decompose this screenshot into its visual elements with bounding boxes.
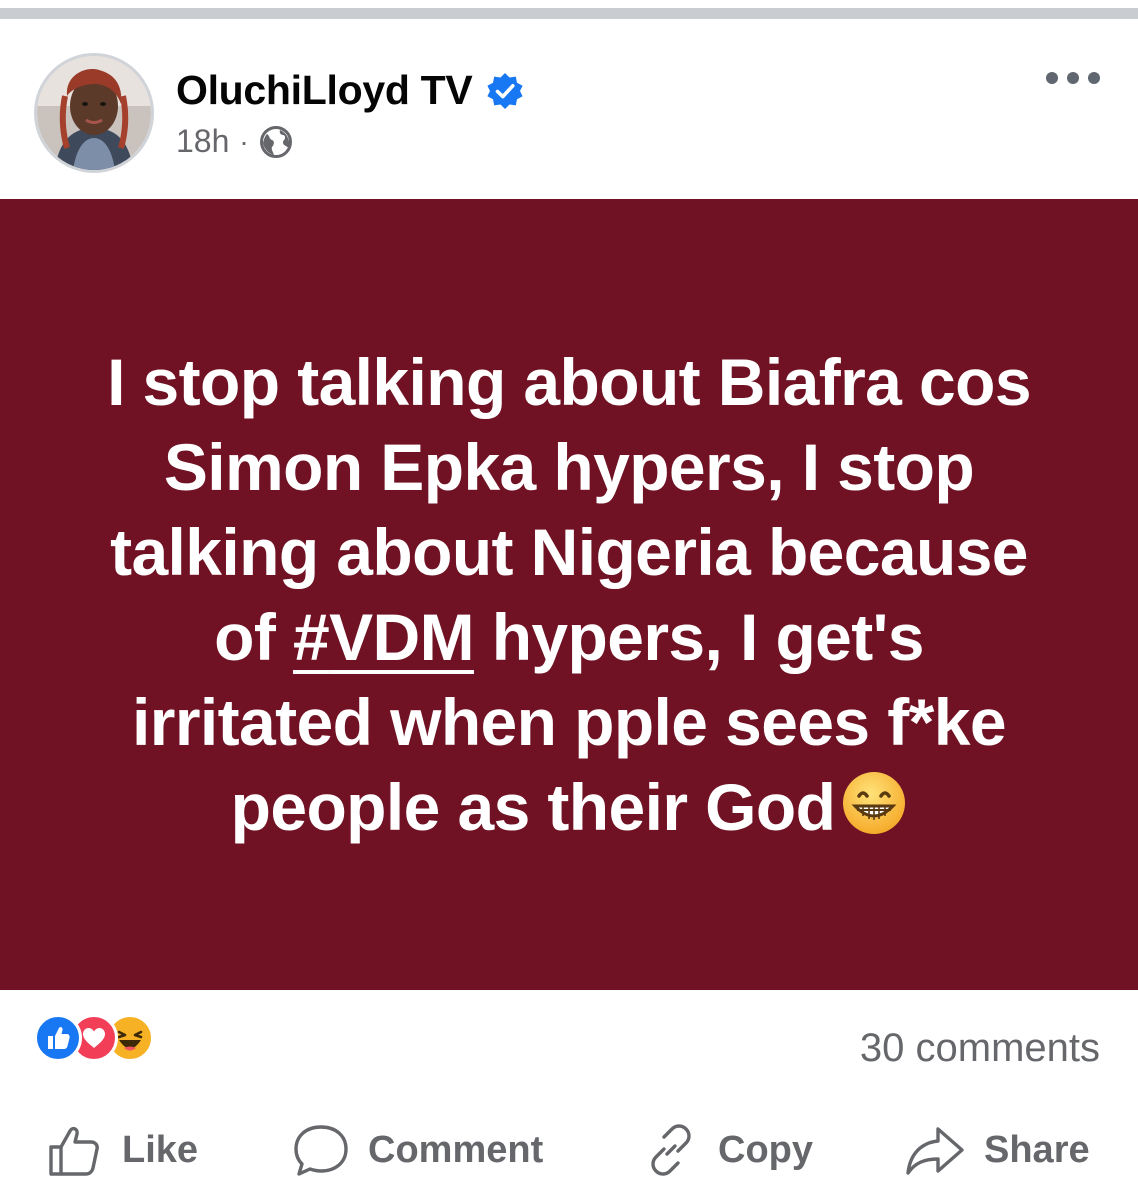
like-button[interactable]: Like (46, 1110, 198, 1190)
share-button[interactable]: Share (904, 1110, 1090, 1190)
author-row: OluchiLloyd TV (176, 67, 524, 114)
author-name[interactable]: OluchiLloyd TV (176, 67, 473, 114)
post-text: I stop talking about Biafra cos Simon Ep… (89, 340, 1049, 850)
copy-button[interactable]: Copy (642, 1110, 813, 1190)
hashtag-link[interactable]: #VDM (292, 599, 475, 674)
post-actions-bar: Like Comment Copy Share (0, 1110, 1138, 1190)
more-options-icon[interactable] (1046, 63, 1100, 93)
globe-icon (259, 125, 293, 159)
post-text-card: I stop talking about Biafra cos Simon Ep… (0, 199, 1138, 990)
like-label: Like (122, 1128, 199, 1171)
share-label: Share (984, 1128, 1090, 1171)
post-meta: 18h · (176, 123, 293, 160)
hashtag-prefix: # (292, 599, 330, 674)
comment-label: Comment (368, 1128, 544, 1171)
share-icon (906, 1127, 964, 1175)
like-reaction-icon (34, 1014, 82, 1062)
post-stats: 30 comments (0, 990, 1138, 1100)
more-dot (1046, 72, 1058, 84)
avatar[interactable] (34, 53, 154, 173)
meta-separator: · (239, 125, 249, 157)
more-dot (1088, 72, 1100, 84)
link-icon (651, 1124, 691, 1176)
feed-divider (0, 8, 1138, 19)
comment-icon (294, 1125, 348, 1176)
hashtag-text: VDM (329, 599, 474, 674)
post-time[interactable]: 18h (176, 123, 229, 160)
reaction-summary[interactable] (34, 1014, 184, 1064)
more-dot (1067, 72, 1079, 84)
comments-count[interactable]: 30 comments (860, 1026, 1100, 1071)
grinning-face-emoji (841, 770, 907, 836)
post-header: OluchiLloyd TV 18h · (0, 19, 1138, 199)
copy-label: Copy (718, 1128, 813, 1171)
comment-button[interactable]: Comment (292, 1110, 543, 1190)
verified-badge-icon (486, 72, 524, 110)
like-icon (49, 1126, 99, 1176)
